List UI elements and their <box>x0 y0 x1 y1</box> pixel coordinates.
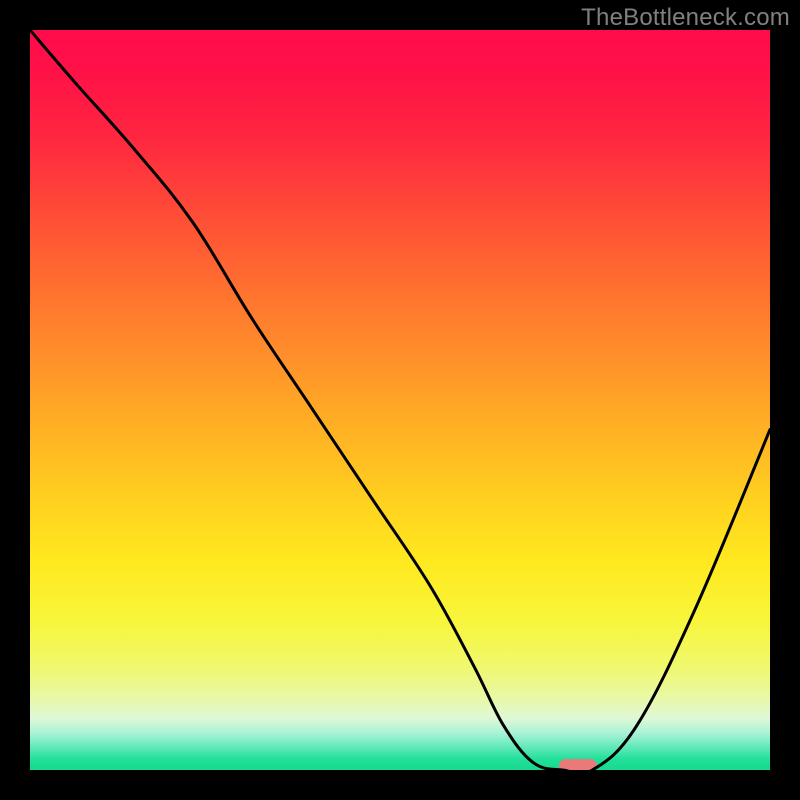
plot-area <box>30 30 770 770</box>
bottleneck-curve <box>30 30 770 770</box>
chart-stage: TheBottleneck.com <box>0 0 800 800</box>
watermark-text: TheBottleneck.com <box>581 4 790 32</box>
